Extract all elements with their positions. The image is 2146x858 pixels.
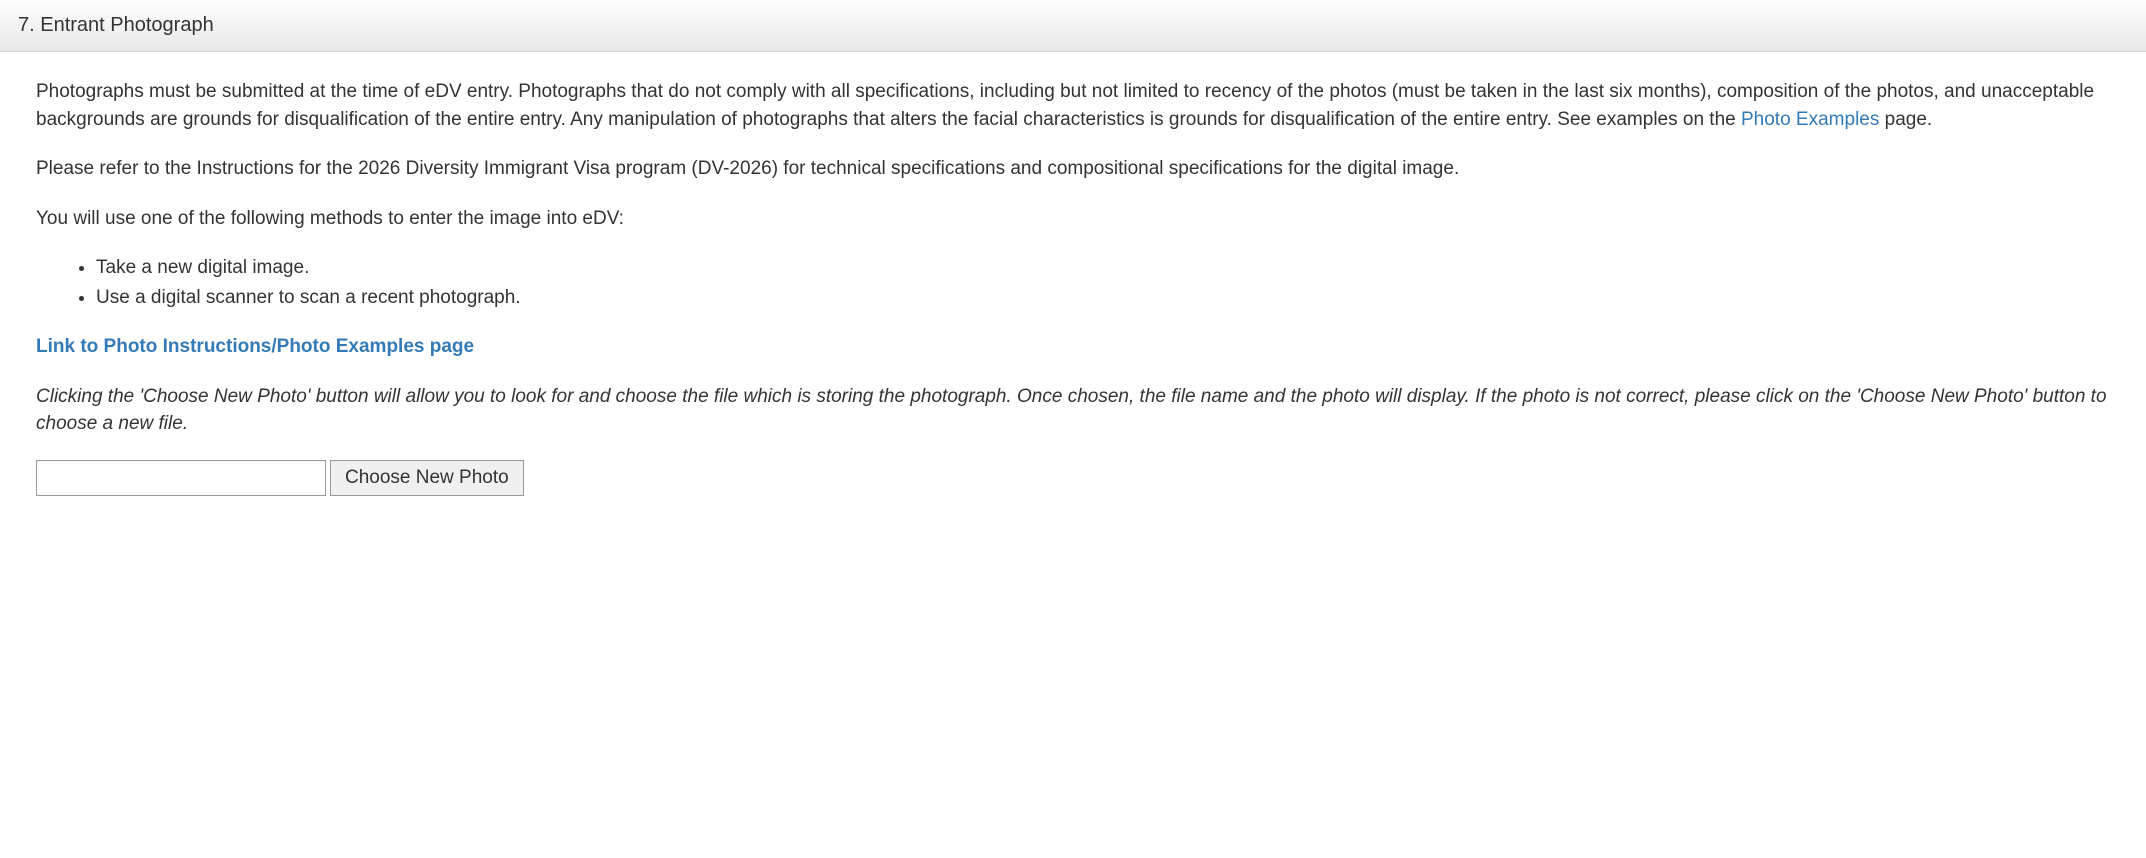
- choose-new-photo-button[interactable]: Choose New Photo: [330, 460, 524, 496]
- paragraph-instructions-ref: Please refer to the Instructions for the…: [36, 155, 2110, 183]
- section-title: 7. Entrant Photograph: [18, 14, 214, 36]
- para1-text-b: page.: [1879, 109, 1932, 130]
- paragraph-requirements: Photographs must be submitted at the tim…: [36, 78, 2110, 133]
- list-item: Use a digital scanner to scan a recent p…: [96, 284, 2110, 312]
- upload-row: Choose New Photo: [36, 460, 2110, 496]
- section-content: Photographs must be submitted at the tim…: [0, 52, 2146, 526]
- photo-instructions-link[interactable]: Link to Photo Instructions/Photo Example…: [36, 333, 474, 361]
- methods-list: Take a new digital image. Use a digital …: [36, 254, 2110, 311]
- paragraph-methods-intro: You will use one of the following method…: [36, 205, 2110, 233]
- list-item: Take a new digital image.: [96, 254, 2110, 282]
- photo-examples-link[interactable]: Photo Examples: [1741, 109, 1879, 130]
- filename-field[interactable]: [36, 460, 326, 496]
- section-header: 7. Entrant Photograph: [0, 0, 2146, 52]
- upload-hint-note: Clicking the 'Choose New Photo' button w…: [36, 383, 2110, 438]
